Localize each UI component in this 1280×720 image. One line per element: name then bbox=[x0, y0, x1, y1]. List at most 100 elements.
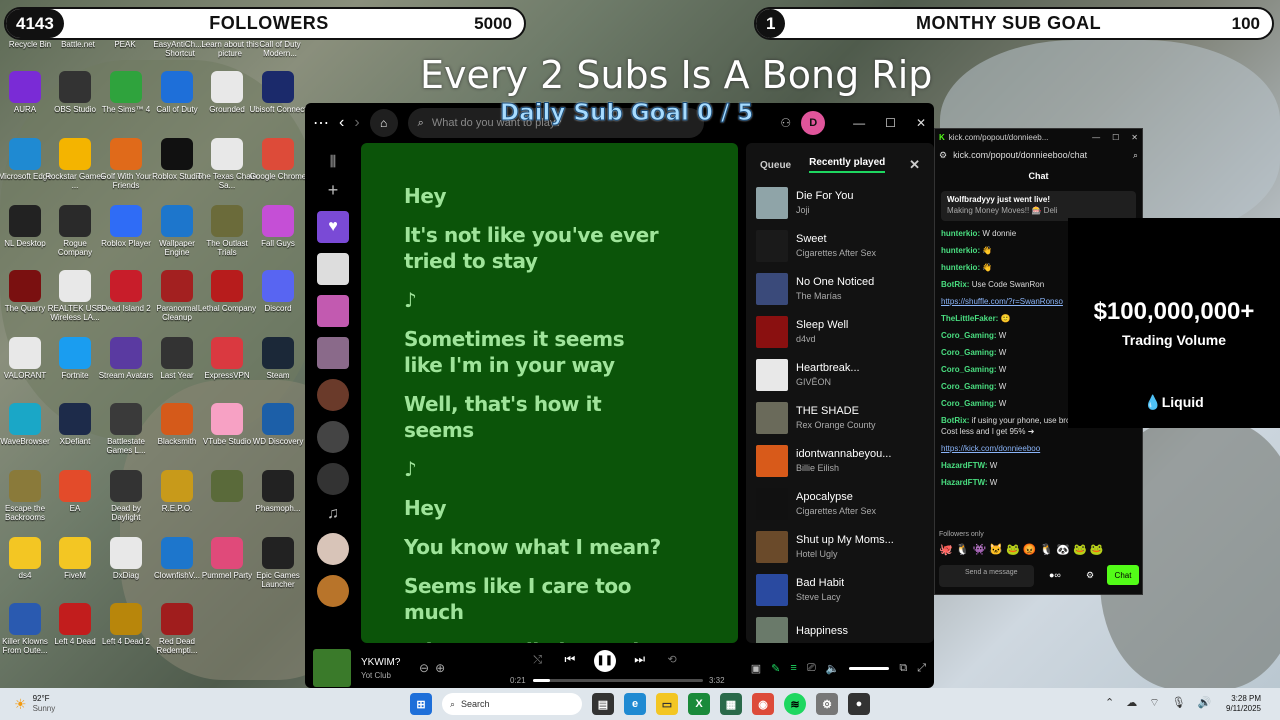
recent-track[interactable]: Shut up My Moms... Hotel Ugly bbox=[746, 525, 934, 568]
send-message-input[interactable]: Send a message bbox=[939, 565, 1034, 587]
file-explorer-icon[interactable]: ▭ bbox=[656, 693, 678, 715]
chat-username[interactable]: TheLittleFaker: bbox=[941, 314, 998, 323]
obs-icon[interactable]: ● bbox=[848, 693, 870, 715]
library-item[interactable] bbox=[317, 575, 349, 607]
task-view-icon[interactable]: ▤ bbox=[592, 693, 614, 715]
chat-username[interactable]: HazardFTW: bbox=[941, 461, 988, 470]
lyric-line[interactable]: Hey bbox=[404, 495, 664, 521]
live-notice[interactable]: Wolfbradyyy just went live! Making Money… bbox=[941, 191, 1136, 221]
recent-track[interactable]: THE SHADE Rex Orange County bbox=[746, 396, 934, 439]
recent-track[interactable]: No One Noticed The Marías bbox=[746, 267, 934, 310]
desktop-icon[interactable]: Discord bbox=[248, 270, 308, 313]
kick-maximize-icon[interactable]: ☐ bbox=[1112, 133, 1119, 142]
lyric-line[interactable]: Seems like I care too much bbox=[404, 573, 664, 625]
lyric-line[interactable]: You know what I mean? bbox=[404, 534, 664, 560]
chat-message[interactable]: HazardFTW: W bbox=[935, 457, 1142, 474]
chat-username[interactable]: BotRix: bbox=[941, 280, 969, 289]
chat-username[interactable]: Coro_Gaming: bbox=[941, 331, 997, 340]
desktop-top-label[interactable]: PEAK bbox=[95, 40, 155, 49]
now-playing-artist[interactable]: Yot Club bbox=[361, 671, 411, 680]
remove-icon[interactable]: ⊖ bbox=[419, 661, 429, 675]
previous-icon[interactable]: ⏮ bbox=[565, 652, 576, 666]
lyric-line[interactable]: ♪ bbox=[404, 456, 664, 482]
chat-message[interactable]: HazardFTW: W bbox=[935, 474, 1142, 491]
liked-songs-icon[interactable]: ♥ bbox=[317, 211, 349, 243]
music-note-icon[interactable]: ♫ bbox=[327, 505, 339, 523]
clock[interactable]: 3:28 PM 9/11/2025 bbox=[1226, 694, 1261, 714]
chat-username[interactable]: Coro_Gaming: bbox=[941, 348, 997, 357]
friends-icon[interactable]: ⚇ bbox=[780, 116, 791, 130]
forward-icon[interactable]: › bbox=[354, 114, 359, 132]
tray-chevron-icon[interactable]: ⌃ bbox=[1105, 696, 1114, 710]
volume-tray-icon[interactable]: 🔊 bbox=[1198, 696, 1212, 710]
fullscreen-icon[interactable]: ⤢ bbox=[917, 662, 926, 675]
network-icon[interactable]: ⌔ bbox=[1149, 696, 1159, 710]
zoom-icon[interactable]: ⌕ bbox=[1133, 150, 1138, 161]
recent-track[interactable]: Sleep Well d4vd bbox=[746, 310, 934, 353]
add-icon[interactable]: + bbox=[328, 180, 339, 201]
user-avatar[interactable]: D bbox=[801, 111, 826, 135]
library-item[interactable] bbox=[317, 337, 349, 369]
lyric-line[interactable]: Well, that's how it seems bbox=[404, 391, 664, 443]
chat-username[interactable]: HazardFTW: bbox=[941, 478, 988, 487]
queue-icon[interactable]: ≡ bbox=[790, 662, 796, 674]
chrome-icon[interactable]: ◉ bbox=[752, 693, 774, 715]
lyric-line[interactable]: It's not like you've ever tried to stay bbox=[404, 222, 664, 274]
chat-message[interactable]: https://kick.com/donnieeboo bbox=[935, 440, 1142, 457]
recent-track[interactable]: Happiness bbox=[746, 611, 934, 643]
settings-icon[interactable]: ⚙ bbox=[816, 693, 838, 715]
maximize-icon[interactable]: ☐ bbox=[885, 116, 896, 130]
spotify-icon[interactable]: ≋ bbox=[784, 693, 806, 715]
tab-recently-played[interactable]: Recently played bbox=[809, 157, 886, 173]
lyric-line[interactable]: When I'm all alone, oh no bbox=[404, 638, 664, 643]
library-item[interactable] bbox=[317, 533, 349, 565]
chat-username[interactable]: Coro_Gaming: bbox=[941, 365, 997, 374]
home-icon[interactable]: ⌂ bbox=[369, 109, 398, 137]
close-icon[interactable]: ✕ bbox=[916, 116, 926, 130]
onedrive-icon[interactable]: ☁ bbox=[1126, 696, 1137, 710]
desktop-icon[interactable]: Ubisoft Connect bbox=[248, 71, 308, 114]
recent-track[interactable]: Apocalypse Cigarettes After Sex bbox=[746, 482, 934, 525]
recent-track[interactable]: idontwannabeyou... Billie Eilish bbox=[746, 439, 934, 482]
chat-username[interactable]: hunterkio: bbox=[941, 229, 980, 238]
now-playing-view-icon[interactable]: ▣ bbox=[751, 662, 761, 675]
minimize-icon[interactable]: — bbox=[853, 116, 865, 130]
close-queue-icon[interactable]: ✕ bbox=[909, 157, 920, 173]
chat-username[interactable]: BotRix: bbox=[941, 416, 969, 425]
recent-track[interactable]: Sweet Cigarettes After Sex bbox=[746, 224, 934, 267]
next-icon[interactable]: ⏭ bbox=[634, 652, 645, 666]
desktop-icon[interactable]: Google Chrome bbox=[248, 138, 308, 181]
library-item[interactable] bbox=[317, 421, 349, 453]
volume-slider[interactable] bbox=[849, 666, 890, 670]
edge-icon[interactable]: e bbox=[624, 693, 646, 715]
chat-username[interactable]: Coro_Gaming: bbox=[941, 382, 997, 391]
lyric-line[interactable]: ♪ bbox=[404, 287, 664, 313]
library-item[interactable] bbox=[317, 253, 349, 285]
kick-url[interactable]: kick.com/popout/donnieeboo/chat bbox=[953, 150, 1087, 160]
desktop-icon[interactable]: WD Discovery bbox=[248, 403, 308, 446]
kick-close-icon[interactable]: ✕ bbox=[1131, 133, 1138, 142]
points-icon[interactable]: ●∞ bbox=[1049, 570, 1061, 580]
volume-icon[interactable]: 🔈 bbox=[826, 662, 840, 675]
library-item[interactable] bbox=[317, 295, 349, 327]
xbox-icon[interactable]: X bbox=[688, 693, 710, 715]
desktop-icon[interactable]: Phasmoph... bbox=[248, 470, 308, 513]
miniplayer-icon[interactable]: ⧉ bbox=[899, 662, 907, 675]
library-item[interactable] bbox=[317, 379, 349, 411]
progress-track[interactable] bbox=[533, 679, 703, 682]
tab-queue[interactable]: Queue bbox=[760, 160, 791, 171]
lyrics-icon[interactable]: ✎ bbox=[771, 662, 780, 675]
recent-track[interactable]: Die For You Joji bbox=[746, 181, 934, 224]
menu-dots-icon[interactable]: ⋯ bbox=[313, 113, 329, 133]
desktop-icon[interactable]: Epic Games Launcher bbox=[248, 537, 308, 589]
desktop-icon[interactable]: Red Dead Redempti... bbox=[147, 603, 207, 655]
chat-username[interactable]: Coro_Gaming: bbox=[941, 399, 997, 408]
taskbar-search[interactable]: ⌕ Search bbox=[442, 693, 582, 715]
store-icon[interactable]: ▦ bbox=[720, 693, 742, 715]
desktop-icon[interactable]: Steam bbox=[248, 337, 308, 380]
desktop-top-label[interactable]: Call of Duty Modern... bbox=[250, 40, 310, 58]
library-item[interactable] bbox=[317, 463, 349, 495]
now-playing-title[interactable]: YKWIM? bbox=[361, 657, 411, 668]
weather-widget[interactable]: ☀ 92°F Sunny bbox=[14, 694, 134, 714]
add-to-playlist-icon[interactable]: ⊕ bbox=[435, 661, 445, 675]
